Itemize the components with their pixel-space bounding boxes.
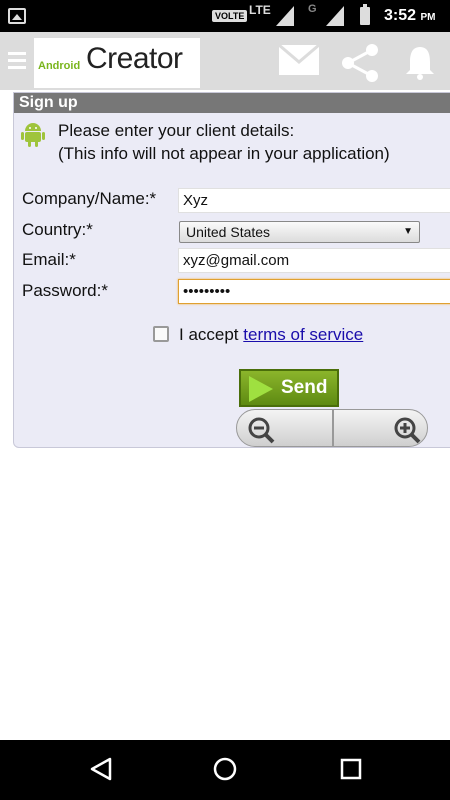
zoom-divider: [332, 410, 334, 446]
send-button[interactable]: Send: [239, 369, 339, 407]
zoom-control: [236, 409, 428, 447]
password-field[interactable]: •••••••••: [178, 279, 450, 304]
clock: 3:52 PM: [384, 7, 436, 24]
gallery-notification-icon: [8, 8, 26, 24]
bell-icon[interactable]: [402, 44, 438, 80]
navigation-bar: [0, 740, 450, 800]
play-arrow-icon: [249, 376, 273, 402]
android-robot-icon: [21, 123, 45, 147]
company-field[interactable]: Xyz: [178, 188, 450, 213]
accept-terms-checkbox[interactable]: [153, 326, 169, 342]
signal-2-icon: [326, 6, 344, 26]
app-header: Android Creator: [0, 32, 450, 90]
signup-panel: Sign up Please enter your client details…: [13, 92, 450, 448]
back-icon[interactable]: [88, 756, 114, 782]
password-label: Password:*: [22, 281, 108, 300]
volte-badge: VOLTE: [212, 10, 248, 22]
logo-creator-text: Creator: [86, 42, 183, 75]
menu-icon[interactable]: [8, 52, 26, 70]
accept-label: I accept: [179, 325, 239, 344]
mail-icon[interactable]: [278, 44, 320, 76]
email-field[interactable]: xyz@gmail.com: [178, 248, 450, 273]
intro-text: Please enter your client details: (This …: [58, 119, 390, 165]
g-network-label: G: [308, 3, 317, 15]
home-icon[interactable]: [212, 756, 238, 782]
status-bar: VOLTE LTE G 3:52 PM: [0, 0, 450, 32]
email-label: Email:*: [22, 250, 76, 269]
terms-of-service-link[interactable]: terms of service: [243, 325, 363, 344]
dropdown-arrow-icon: ▼: [403, 226, 413, 237]
country-select[interactable]: United States ▼: [179, 221, 420, 243]
send-label: Send: [281, 377, 328, 398]
country-label: Country:*: [22, 220, 93, 239]
intro-line-1: Please enter your client details:: [58, 121, 295, 140]
share-icon[interactable]: [340, 44, 382, 82]
company-label: Company/Name:*: [22, 189, 157, 208]
recents-icon[interactable]: [338, 756, 364, 782]
panel-title: Sign up: [14, 93, 450, 113]
battery-icon: [360, 4, 370, 25]
accept-terms-text: I accept terms of service: [179, 325, 363, 345]
country-value: United States: [186, 224, 271, 240]
screen: VOLTE LTE G 3:52 PM Android Creator Sign…: [0, 0, 450, 800]
intro-line-2: (This info will not appear in your appli…: [58, 144, 390, 163]
logo-android-text: Android: [38, 60, 81, 72]
zoom-in-icon[interactable]: [387, 416, 427, 444]
lte-label: LTE: [249, 3, 271, 17]
signal-icon: [276, 6, 294, 26]
zoom-out-icon[interactable]: [245, 416, 285, 444]
logo: Android Creator: [34, 38, 200, 88]
